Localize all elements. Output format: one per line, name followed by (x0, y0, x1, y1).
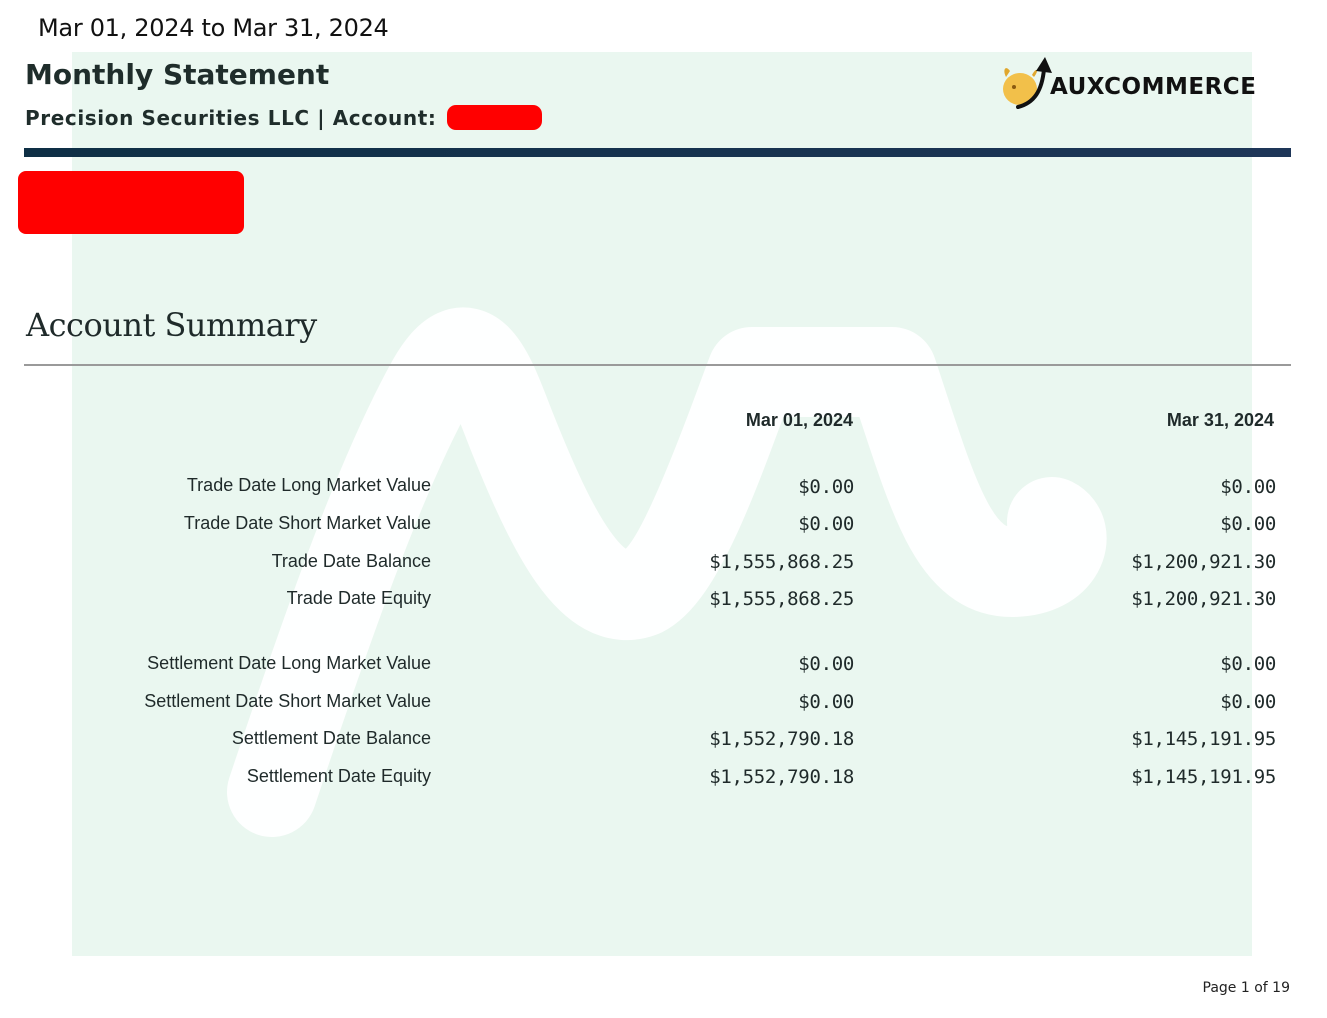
row-label: Trade Date Long Market Value (186, 475, 431, 495)
row-value-start: $1,552,790.18 (709, 728, 854, 750)
row-value-end: $0.00 (1220, 513, 1276, 535)
row-value-end: $1,200,921.30 (1131, 551, 1276, 573)
row-value-end: $1,200,921.30 (1131, 588, 1276, 610)
header-divider (24, 148, 1291, 157)
row-label: Trade Date Equity (286, 588, 431, 608)
row-value-start: $0.00 (798, 476, 854, 498)
redacted-account-number (447, 105, 542, 130)
row-value-end: $0.00 (1220, 691, 1276, 713)
row-value-start: $1,555,868.25 (709, 551, 854, 573)
account-subtitle: Precision Securities LLC | Account: (25, 106, 437, 130)
row-value-end: $1,145,191.95 (1131, 728, 1276, 750)
row-label: Trade Date Balance (271, 551, 431, 571)
page-title: Monthly Statement (25, 58, 330, 91)
row-label: Settlement Date Equity (246, 766, 431, 786)
row-value-start: $0.00 (798, 653, 854, 675)
column-header-end: Mar 31, 2024 (1166, 410, 1274, 430)
row-label: Settlement Date Balance (231, 728, 431, 748)
section-divider (24, 364, 1291, 366)
row-value-end: $0.00 (1220, 653, 1276, 675)
row-value-start: $1,555,868.25 (709, 588, 854, 610)
row-label: Settlement Date Short Market Value (144, 691, 431, 711)
row-value-start: $1,552,790.18 (709, 766, 854, 788)
company-logo: AUXCOMMERCE (1000, 55, 1262, 113)
statement-date-range: Mar 01, 2024 to Mar 31, 2024 (38, 14, 389, 42)
row-label: Trade Date Short Market Value (183, 513, 431, 533)
page-number: Page 1 of 19 (1202, 980, 1290, 996)
row-value-end: $0.00 (1220, 476, 1276, 498)
row-value-start: $0.00 (798, 691, 854, 713)
row-value-end: $1,145,191.95 (1131, 766, 1276, 788)
section-title: Account Summary (26, 306, 317, 344)
column-header-start: Mar 01, 2024 (745, 410, 853, 430)
logo-wordmark: AUXCOMMERCE (1050, 74, 1257, 100)
row-value-start: $0.00 (798, 513, 854, 535)
row-label: Settlement Date Long Market Value (147, 653, 431, 673)
redacted-block (18, 171, 244, 234)
